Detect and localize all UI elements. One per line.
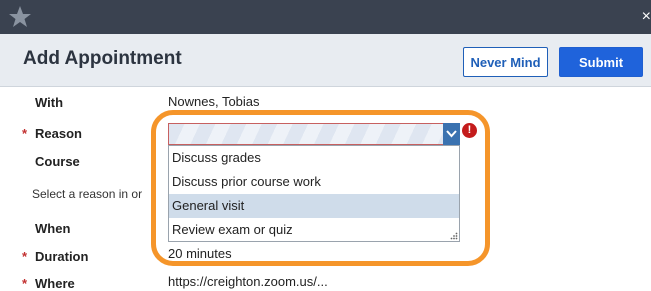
help-text-start: Select a reason in or — [32, 187, 143, 201]
close-icon[interactable]: × — [639, 8, 651, 26]
page-title: Add Appointment — [23, 48, 182, 69]
when-label: When — [35, 221, 71, 236]
resize-grip-icon[interactable] — [450, 232, 458, 240]
dropdown-option-highlighted[interactable]: General visit — [169, 194, 459, 218]
duration-value: 20 minutes — [168, 246, 232, 261]
dropdown-option[interactable]: Review exam or quiz — [169, 218, 459, 241]
required-marker: * — [22, 276, 28, 291]
star-logo-icon — [9, 6, 31, 27]
with-value: Nownes, Tobias — [168, 94, 260, 109]
with-label: With — [35, 95, 64, 110]
submit-button[interactable]: Submit — [559, 47, 643, 77]
reason-select[interactable] — [168, 123, 460, 145]
required-marker: * — [22, 126, 28, 141]
required-marker: * — [22, 249, 28, 264]
reason-label: Reason — [35, 126, 82, 141]
chevron-down-icon[interactable] — [443, 123, 460, 145]
never-mind-button[interactable]: Never Mind — [463, 47, 548, 77]
dropdown-option[interactable]: Discuss prior course work — [169, 170, 459, 194]
dropdown-option[interactable]: Discuss grades — [169, 146, 459, 170]
duration-label: Duration — [35, 249, 89, 264]
titlebar: × — [0, 0, 651, 34]
dialog-header: Add Appointment Never Mind Submit — [0, 34, 651, 87]
chevron-down-glyph — [446, 130, 457, 138]
course-label: Course — [35, 154, 80, 169]
error-exclamation-icon: ! — [462, 123, 477, 138]
reason-dropdown-list[interactable]: Discuss grades Discuss prior course work… — [168, 145, 460, 242]
where-label: Where — [35, 276, 75, 291]
